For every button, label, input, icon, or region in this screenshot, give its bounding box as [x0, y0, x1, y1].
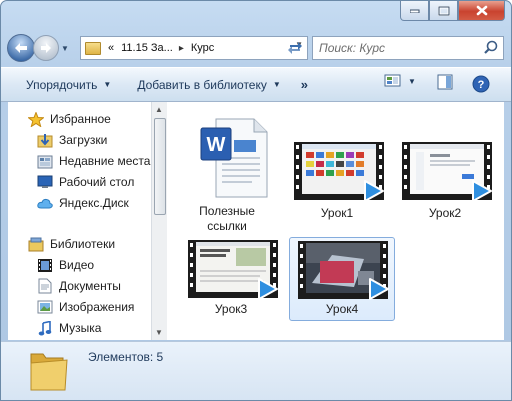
- back-button[interactable]: [7, 34, 35, 62]
- sidebar-item-downloads[interactable]: Загрузки: [37, 133, 107, 147]
- sidebar-item-yadisk[interactable]: Яндекс.Диск: [37, 196, 129, 210]
- help-button[interactable]: ?: [472, 75, 490, 93]
- breadcrumb-separator[interactable]: ▸: [179, 43, 184, 54]
- music-icon: [37, 320, 53, 335]
- chevron-down-icon: ▼: [408, 76, 416, 86]
- scroll-down-arrow[interactable]: ▼: [155, 328, 163, 337]
- preview-pane-button[interactable]: [437, 74, 453, 90]
- sidebar-item-video[interactable]: Видео: [37, 258, 94, 272]
- sidebar-item-label: Документы: [59, 279, 121, 293]
- folder-icon: [30, 353, 68, 391]
- file-label: Урок2: [428, 206, 462, 220]
- preview-pane-icon: [437, 74, 453, 90]
- file-list: W Полезные ссылки Урок1 Урок2 Урок3 Урок…: [167, 102, 504, 340]
- maximize-icon: [437, 5, 450, 16]
- view-options[interactable]: ▼: [384, 74, 416, 88]
- star-icon: [28, 111, 44, 127]
- file-item-lesson3[interactable]: Урок3: [183, 238, 279, 324]
- cloud-icon: [37, 196, 53, 210]
- help-icon: ?: [472, 75, 490, 93]
- svg-text:W: W: [207, 134, 226, 156]
- sidebar-item-label: Видео: [59, 258, 95, 272]
- recent-places-icon: [37, 154, 53, 168]
- video-icon: [37, 258, 53, 272]
- sidebar-item-recent[interactable]: Недавние места: [37, 154, 150, 168]
- sidebar-item-music[interactable]: Музыка: [37, 320, 102, 335]
- documents-icon: [37, 278, 53, 294]
- organize-menu[interactable]: Упорядочить ▼: [26, 78, 111, 92]
- add-to-library-menu[interactable]: Добавить в библиотеку ▼: [137, 78, 280, 92]
- more-commands-button[interactable]: »: [301, 77, 308, 92]
- close-icon: [476, 5, 487, 16]
- navigation-pane: Избранное Загрузки Недавние места Рабочи…: [8, 102, 151, 340]
- sidebar-item-label: Музыка: [59, 321, 102, 335]
- file-label: Полезные: [199, 204, 255, 218]
- file-item-useful-links[interactable]: W Полезные ссылки: [179, 112, 275, 236]
- forward-button[interactable]: [33, 35, 59, 61]
- recent-pages-dropdown[interactable]: ▼: [61, 44, 71, 53]
- file-item-lesson2[interactable]: Урок2: [397, 140, 493, 226]
- play-icon: [472, 180, 492, 202]
- view-icon: [384, 74, 401, 87]
- address-bar[interactable]: « 11.15 За... ▸ Курс ▼: [80, 36, 308, 60]
- search-placeholder: Поиск: Курс: [319, 41, 385, 55]
- file-item-lesson1[interactable]: Урок1: [289, 140, 385, 226]
- refresh-button[interactable]: [284, 36, 306, 58]
- command-bar: Упорядочить ▼ Добавить в библиотеку ▼ » ▼ …: [1, 67, 511, 102]
- search-box[interactable]: Поиск: Курс: [312, 36, 504, 60]
- scroll-thumb[interactable]: [154, 118, 166, 215]
- sidebar-item-libraries[interactable]: Библиотеки: [28, 237, 115, 251]
- sidebar-item-label: Рабочий стол: [59, 175, 135, 189]
- add-library-label: Добавить в библиотеку: [137, 77, 267, 92]
- sidebar-item-label: Яндекс.Диск: [59, 196, 129, 210]
- sidebar-item-images[interactable]: Изображения: [37, 300, 134, 314]
- file-label: Урок1: [320, 206, 354, 220]
- file-label: Урок3: [214, 302, 248, 316]
- play-icon: [258, 278, 278, 300]
- sidebar-item-label: Библиотеки: [50, 237, 116, 251]
- libraries-icon: [28, 237, 44, 251]
- sidebar-item-label: Избранное: [50, 112, 111, 126]
- explorer-window: ▼ « 11.15 За... ▸ Курс ▼ Поиск: Курс Упо…: [0, 0, 512, 401]
- file-label: ссылки: [207, 219, 247, 233]
- word-document-icon: W: [200, 118, 268, 198]
- search-icon: [484, 40, 498, 54]
- close-button[interactable]: [458, 1, 505, 21]
- play-icon: [364, 180, 384, 202]
- breadcrumb-parent[interactable]: 11.15 За...: [121, 42, 173, 54]
- images-icon: [37, 300, 53, 314]
- sidebar-item-label: Недавние места: [59, 154, 151, 168]
- refresh-icon: [288, 42, 302, 54]
- play-icon: [369, 278, 389, 300]
- file-item-lesson4[interactable]: Урок4: [289, 237, 395, 321]
- details-pane: Элементов: 5: [1, 341, 511, 400]
- sidebar-item-documents[interactable]: Документы: [37, 278, 121, 294]
- breadcrumb-current[interactable]: Курс: [191, 42, 214, 54]
- minimize-icon: [409, 9, 419, 13]
- chevron-down-icon: ▼: [272, 80, 281, 89]
- organize-label: Упорядочить: [26, 77, 98, 92]
- scroll-up-arrow[interactable]: ▲: [155, 105, 163, 114]
- file-label: Урок4: [325, 302, 359, 316]
- desktop-icon: [37, 175, 53, 189]
- item-count: Элементов: 5: [88, 350, 164, 364]
- chevron-down-icon: ▼: [103, 80, 112, 89]
- svg-text:?: ?: [478, 79, 485, 91]
- sidebar-item-label: Изображения: [59, 300, 135, 314]
- navigation-buttons: ▼: [7, 34, 71, 62]
- navigation-scrollbar[interactable]: ▲ ▼: [151, 102, 167, 340]
- maximize-button[interactable]: [429, 1, 458, 21]
- back-arrow-icon: [15, 43, 27, 53]
- minimize-button[interactable]: [400, 1, 429, 21]
- forward-arrow-icon: [41, 43, 51, 53]
- sidebar-item-desktop[interactable]: Рабочий стол: [37, 175, 134, 189]
- folder-icon: [85, 41, 101, 55]
- caption-buttons: [400, 1, 505, 21]
- downloads-icon: [37, 133, 53, 147]
- address-overflow-chevron[interactable]: «: [108, 42, 114, 54]
- sidebar-item-favorites[interactable]: Избранное: [28, 111, 111, 127]
- sidebar-item-label: Загрузки: [59, 133, 108, 147]
